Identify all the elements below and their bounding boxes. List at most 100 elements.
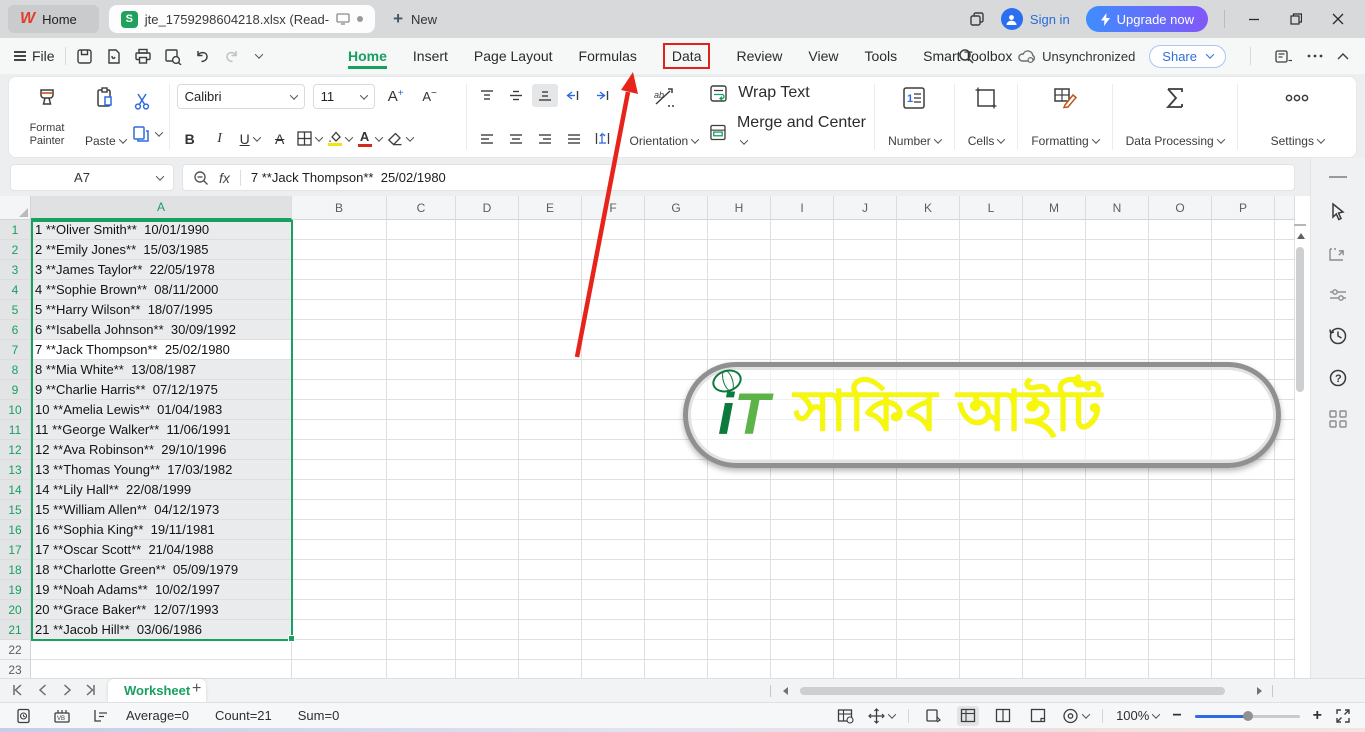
- cell-N15[interactable]: [1086, 500, 1149, 520]
- cell-I3[interactable]: [771, 260, 834, 280]
- cell-O2[interactable]: [1149, 240, 1212, 260]
- cell-N17[interactable]: [1086, 540, 1149, 560]
- cell-P20[interactable]: [1212, 600, 1275, 620]
- col-header-K[interactable]: K: [897, 196, 960, 220]
- cursor-select-icon[interactable]: [1328, 202, 1348, 222]
- cell-K5[interactable]: [897, 300, 960, 320]
- cell-P21[interactable]: [1212, 620, 1275, 640]
- cell-D10[interactable]: [456, 400, 519, 420]
- cell-J18[interactable]: [834, 560, 897, 580]
- cell-A11[interactable]: 11 **George Walker** 11/06/1991: [31, 420, 292, 440]
- cell-E14[interactable]: [519, 480, 582, 500]
- cell-D8[interactable]: [456, 360, 519, 380]
- cell-I17[interactable]: [771, 540, 834, 560]
- redo-icon[interactable]: [223, 48, 240, 64]
- row-header-3[interactable]: 3: [0, 260, 31, 280]
- more-options-icon[interactable]: [1307, 54, 1323, 58]
- fill-color-button[interactable]: [327, 127, 353, 150]
- cell-E2[interactable]: [519, 240, 582, 260]
- number-button[interactable]: 1 Number: [882, 82, 947, 152]
- cell-L14[interactable]: [960, 480, 1023, 500]
- cell-F7[interactable]: [582, 340, 645, 360]
- cell-K23[interactable]: [897, 660, 960, 678]
- cell-B4[interactable]: [292, 280, 387, 300]
- cell-G13[interactable]: [645, 460, 708, 480]
- cell-O20[interactable]: [1149, 600, 1212, 620]
- cell-L21[interactable]: [960, 620, 1023, 640]
- last-sheet-icon[interactable]: [84, 683, 98, 697]
- cell-A15[interactable]: 15 **William Allen** 04/12/1973: [31, 500, 292, 520]
- cell-L5[interactable]: [960, 300, 1023, 320]
- cell-A1[interactable]: 1 **Oliver Smith** 10/01/1990: [31, 220, 292, 240]
- cell-P18[interactable]: [1212, 560, 1275, 580]
- cell-B9[interactable]: [292, 380, 387, 400]
- menu-insert[interactable]: Insert: [413, 43, 448, 69]
- cell-A20[interactable]: 20 **Grace Baker** 12/07/1993: [31, 600, 292, 620]
- cell-E8[interactable]: [519, 360, 582, 380]
- cell-O15[interactable]: [1149, 500, 1212, 520]
- cell-C14[interactable]: [387, 480, 456, 500]
- cell-A8[interactable]: 8 **Mia White** 13/08/1987: [31, 360, 292, 380]
- row-header-20[interactable]: 20: [0, 600, 31, 620]
- cell-G16[interactable]: [645, 520, 708, 540]
- cell-E15[interactable]: [519, 500, 582, 520]
- cell-G5[interactable]: [645, 300, 708, 320]
- cell-B18[interactable]: [292, 560, 387, 580]
- cell-J2[interactable]: [834, 240, 897, 260]
- cell-F18[interactable]: [582, 560, 645, 580]
- cell-B23[interactable]: [292, 660, 387, 678]
- cell-F22[interactable]: [582, 640, 645, 660]
- row-header-16[interactable]: 16: [0, 520, 31, 540]
- cell-L16[interactable]: [960, 520, 1023, 540]
- cell-C16[interactable]: [387, 520, 456, 540]
- col-header-O[interactable]: O: [1149, 196, 1212, 220]
- horizontal-scrollbar[interactable]: [800, 687, 1225, 695]
- cell-I14[interactable]: [771, 480, 834, 500]
- cell-A3[interactable]: 3 **James Taylor** 22/05/1978: [31, 260, 292, 280]
- cell-L2[interactable]: [960, 240, 1023, 260]
- cell-B2[interactable]: [292, 240, 387, 260]
- text-spacing-button[interactable]: [590, 127, 616, 150]
- cell-M4[interactable]: [1023, 280, 1086, 300]
- cell-B10[interactable]: [292, 400, 387, 420]
- cell-L20[interactable]: [960, 600, 1023, 620]
- justify-button[interactable]: [561, 127, 587, 150]
- cell-K18[interactable]: [897, 560, 960, 580]
- cell-G6[interactable]: [645, 320, 708, 340]
- cell-B7[interactable]: [292, 340, 387, 360]
- cell-A16[interactable]: 16 **Sophia King** 19/11/1981: [31, 520, 292, 540]
- cell-I18[interactable]: [771, 560, 834, 580]
- cell-H14[interactable]: [708, 480, 771, 500]
- cell-B8[interactable]: [292, 360, 387, 380]
- cell-D1[interactable]: [456, 220, 519, 240]
- cell-C15[interactable]: [387, 500, 456, 520]
- cell-P19[interactable]: [1212, 580, 1275, 600]
- cell-D6[interactable]: [456, 320, 519, 340]
- cell-J23[interactable]: [834, 660, 897, 678]
- center-view-icon[interactable]: [868, 707, 885, 724]
- cell-E7[interactable]: [519, 340, 582, 360]
- cell-B14[interactable]: [292, 480, 387, 500]
- decrease-font-button[interactable]: A −: [417, 85, 443, 108]
- cell-B19[interactable]: [292, 580, 387, 600]
- cell-H4[interactable]: [708, 280, 771, 300]
- cell-B17[interactable]: [292, 540, 387, 560]
- cell-D2[interactable]: [456, 240, 519, 260]
- cell-P15[interactable]: [1212, 500, 1275, 520]
- row-header-11[interactable]: 11: [0, 420, 31, 440]
- wps-home-tab[interactable]: W Home: [8, 5, 99, 33]
- cell-F13[interactable]: [582, 460, 645, 480]
- search-icon[interactable]: [958, 48, 974, 64]
- cell-C12[interactable]: [387, 440, 456, 460]
- cell-F23[interactable]: [582, 660, 645, 678]
- cell-K15[interactable]: [897, 500, 960, 520]
- cell-O4[interactable]: [1149, 280, 1212, 300]
- cell-I5[interactable]: [771, 300, 834, 320]
- cell-O22[interactable]: [1149, 640, 1212, 660]
- cell-N16[interactable]: [1086, 520, 1149, 540]
- cell-H7[interactable]: [708, 340, 771, 360]
- cell-K1[interactable]: [897, 220, 960, 240]
- cell-E16[interactable]: [519, 520, 582, 540]
- cell-M1[interactable]: [1023, 220, 1086, 240]
- cell-C4[interactable]: [387, 280, 456, 300]
